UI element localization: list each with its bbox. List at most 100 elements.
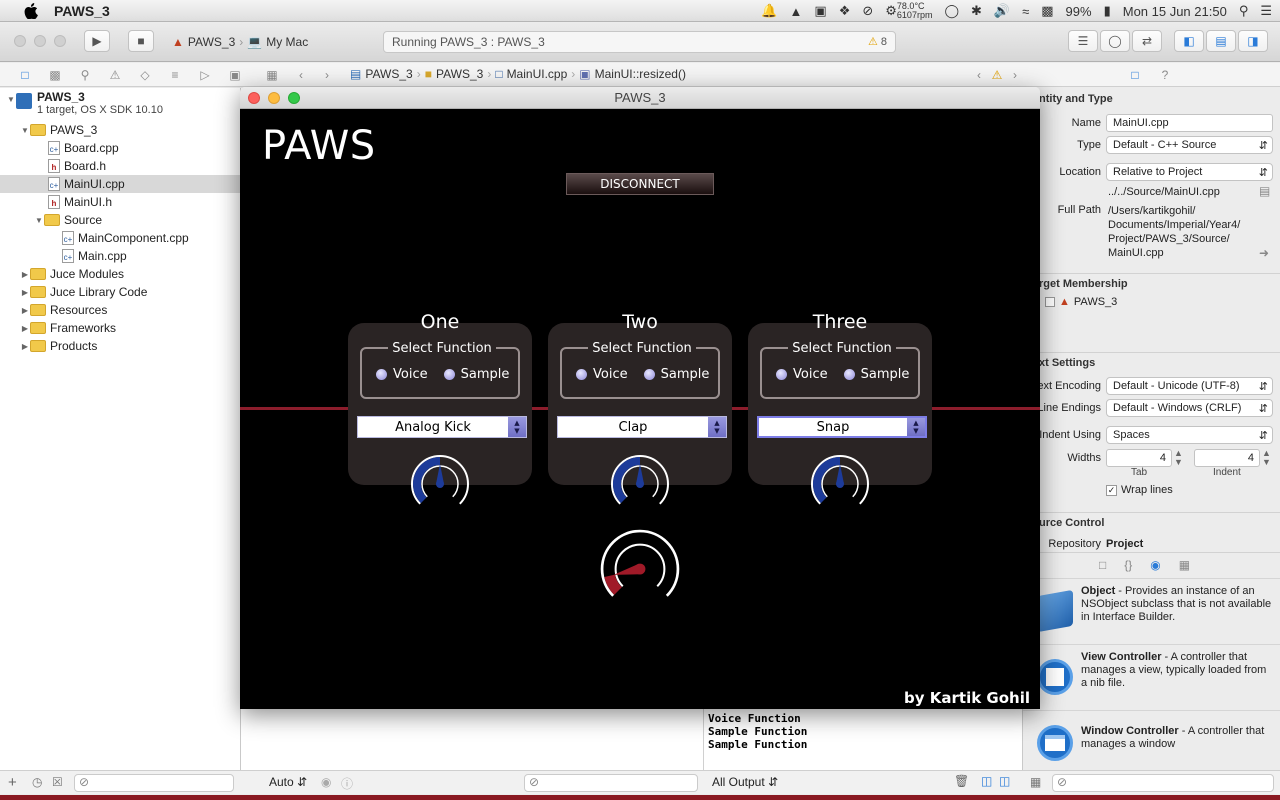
source-control-filter-icon[interactable]: ☒ bbox=[52, 775, 63, 789]
library-item-window-controller[interactable]: Window Controller - A controller that ma… bbox=[1023, 710, 1280, 776]
info-icon[interactable]: ⓘ bbox=[341, 775, 353, 792]
disclosure-closed-icon[interactable]: ▶ bbox=[20, 324, 30, 333]
standard-editor-button[interactable]: ☰ bbox=[1068, 30, 1098, 52]
disclosure-open-icon[interactable]: ▼ bbox=[34, 216, 44, 225]
channel-one-knob[interactable] bbox=[409, 453, 471, 515]
previous-issue-icon[interactable]: ‹ bbox=[972, 68, 986, 82]
paws-minimize-button[interactable] bbox=[268, 92, 280, 104]
library-item-object[interactable]: Object - Provides an instance of an NSOb… bbox=[1023, 578, 1280, 644]
disclosure-closed-icon[interactable]: ▶ bbox=[20, 342, 30, 351]
cpu-monitor[interactable]: ⚙ 78.0°C 6107rpm bbox=[885, 2, 932, 20]
list-item[interactable]: c+ MainComponent.cpp bbox=[0, 229, 241, 247]
sound-select[interactable]: Analog Kick ▲ ▼ bbox=[357, 416, 527, 438]
drive-icon[interactable]: ▲ bbox=[790, 4, 803, 19]
box-icon[interactable]: ▣ bbox=[814, 3, 826, 19]
breadcrumb-project[interactable]: PAWS_3 bbox=[365, 67, 412, 81]
variables-filter-input[interactable]: ⊘ bbox=[524, 774, 698, 792]
voice-radio[interactable]: Voice bbox=[776, 367, 828, 382]
debug-navigator-icon[interactable]: ≡ bbox=[168, 68, 182, 82]
indent-width-stepper[interactable]: ▲ ▼ bbox=[1262, 449, 1271, 467]
debug-console[interactable]: Voice Function Sample Function Sample Fu… bbox=[704, 710, 1022, 770]
disclosure-open-icon[interactable]: ▼ bbox=[20, 126, 30, 135]
toggle-navigator-button[interactable]: ◧ bbox=[1174, 30, 1204, 52]
forward-icon[interactable]: › bbox=[320, 68, 334, 82]
disclosure-closed-icon[interactable]: ▶ bbox=[20, 270, 30, 279]
code-snippet-icon[interactable]: {} bbox=[1124, 558, 1132, 572]
disclosure-closed-icon[interactable]: ▶ bbox=[20, 288, 30, 297]
grid-view-icon[interactable]: ▦ bbox=[1030, 775, 1041, 789]
next-issue-icon[interactable]: › bbox=[1008, 68, 1022, 82]
channel-two-knob[interactable] bbox=[609, 453, 671, 515]
scheme-selector[interactable]: ▲ PAWS_3 › 💻 My Mac bbox=[172, 31, 308, 53]
stop-button[interactable]: ■ bbox=[128, 30, 154, 52]
sound-select[interactable]: Clap ▲ ▼ bbox=[557, 416, 727, 438]
issue-navigator-icon[interactable]: ⚠ bbox=[108, 68, 122, 82]
close-window-button[interactable] bbox=[14, 35, 26, 47]
trash-icon[interactable]: 🗑 bbox=[954, 774, 969, 788]
version-editor-button[interactable]: ⇄ bbox=[1132, 30, 1162, 52]
disclosure-open-icon[interactable]: ▼ bbox=[6, 95, 16, 104]
uk-flag-icon[interactable]: ▩ bbox=[1041, 3, 1053, 19]
list-item[interactable]: ▼ Source bbox=[0, 211, 241, 229]
location-popup[interactable]: Relative to Project ⇵ bbox=[1106, 163, 1273, 181]
wrap-lines-row[interactable]: ✓ Wrap lines bbox=[1106, 484, 1173, 496]
no-sign-icon[interactable]: ⊘ bbox=[862, 3, 873, 19]
recent-files-icon[interactable]: ◷ bbox=[32, 775, 42, 789]
sample-radio[interactable]: Sample bbox=[843, 367, 909, 382]
paws-close-button[interactable] bbox=[248, 92, 260, 104]
type-popup[interactable]: Default - C++ Source ⇵ bbox=[1106, 136, 1273, 154]
battery-icon[interactable]: ▮ bbox=[1104, 3, 1111, 19]
toggle-utilities-button[interactable]: ◨ bbox=[1238, 30, 1268, 52]
list-item[interactable]: ▶ Juce Library Code bbox=[0, 283, 241, 301]
list-item-selected[interactable]: c+ MainUI.cpp bbox=[0, 175, 241, 193]
list-item[interactable]: ▼ PAWS_3 bbox=[0, 121, 241, 139]
list-item[interactable]: ▶ Products bbox=[0, 337, 241, 355]
minimize-window-button[interactable] bbox=[34, 35, 46, 47]
notification-center-icon[interactable]: ☰ bbox=[1260, 3, 1272, 19]
file-inspector-icon[interactable]: □ bbox=[1128, 68, 1142, 82]
toggle-debug-area-button[interactable]: ▤ bbox=[1206, 30, 1236, 52]
notification-bell-icon[interactable]: 🔔 bbox=[761, 3, 777, 19]
breadcrumb-symbol[interactable]: MainUI::resized() bbox=[595, 67, 686, 81]
encoding-popup[interactable]: Default - Unicode (UTF-8) ⇵ bbox=[1106, 377, 1273, 395]
list-item[interactable]: h Board.h bbox=[0, 157, 241, 175]
voice-radio[interactable]: Voice bbox=[576, 367, 628, 382]
project-navigator-icon[interactable]: □ bbox=[18, 68, 32, 82]
list-item[interactable]: ▶ Juce Modules bbox=[0, 265, 241, 283]
reveal-arrow-icon[interactable]: ➜ bbox=[1259, 246, 1269, 260]
zoom-window-button[interactable] bbox=[54, 35, 66, 47]
breakpoint-navigator-icon[interactable]: ▷ bbox=[198, 68, 212, 82]
project-root[interactable]: ▼ PAWS_3 1 target, OS X SDK 10.10 bbox=[0, 91, 241, 119]
master-knob[interactable] bbox=[598, 527, 682, 611]
test-navigator-icon[interactable]: ◇ bbox=[138, 68, 152, 82]
media-library-icon[interactable]: ▦ bbox=[1179, 558, 1190, 572]
sound-select[interactable]: Snap ▲ ▼ bbox=[757, 416, 927, 438]
spotlight-search-icon[interactable]: ⚲ bbox=[1239, 3, 1249, 19]
split-left-icon[interactable]: ◫ bbox=[981, 774, 992, 788]
paws-titlebar[interactable]: PAWS_3 bbox=[240, 87, 1040, 109]
run-button[interactable]: ▶ bbox=[84, 30, 110, 52]
bluetooth-icon[interactable]: ✱ bbox=[971, 3, 982, 19]
tab-width-field[interactable]: 4 bbox=[1106, 449, 1172, 467]
apple-menu-icon[interactable] bbox=[22, 2, 40, 20]
issue-warning-icon[interactable]: ⚠ bbox=[990, 68, 1004, 82]
clock[interactable]: Mon 15 Jun 21:50 bbox=[1123, 4, 1227, 19]
battery-percent[interactable]: 99% bbox=[1066, 4, 1092, 19]
report-navigator-icon[interactable]: ▣ bbox=[228, 68, 242, 82]
quick-help-icon[interactable]: ? bbox=[1158, 68, 1172, 82]
auto-scope-popup[interactable]: Auto ⇵ bbox=[269, 775, 307, 789]
list-item[interactable]: ▶ Frameworks bbox=[0, 319, 241, 337]
target-membership-row[interactable]: ▲ PAWS_3 bbox=[1045, 296, 1117, 308]
dropbox-icon[interactable]: ❖ bbox=[839, 3, 851, 19]
indent-width-field[interactable]: 4 bbox=[1194, 449, 1260, 467]
sample-radio[interactable]: Sample bbox=[443, 367, 509, 382]
accessibility-icon[interactable]: ◯ bbox=[944, 3, 959, 19]
add-icon[interactable]: + bbox=[8, 774, 17, 791]
list-item[interactable]: h MainUI.h bbox=[0, 193, 241, 211]
line-endings-popup[interactable]: Default - Windows (CRLF) ⇵ bbox=[1106, 399, 1273, 417]
file-template-icon[interactable]: □ bbox=[1099, 558, 1106, 572]
checkbox-checked[interactable]: ✓ bbox=[1106, 484, 1117, 496]
navigator-filter-input[interactable]: ⊘ bbox=[74, 774, 234, 792]
channel-three-knob[interactable] bbox=[809, 453, 871, 515]
wifi-icon[interactable]: ≈ bbox=[1022, 4, 1029, 19]
